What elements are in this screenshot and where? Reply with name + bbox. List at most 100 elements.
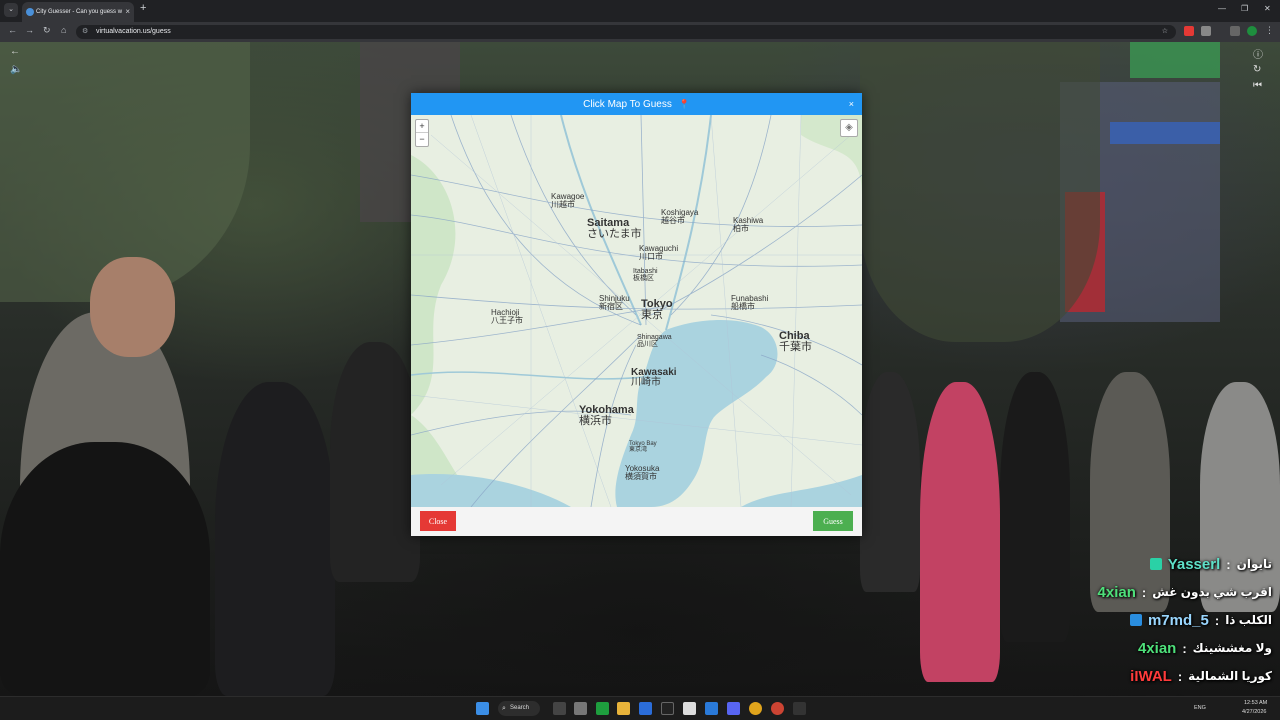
chat-username: Yasserl xyxy=(1167,555,1221,573)
forward-icon[interactable]: → xyxy=(25,25,34,35)
map-city-sublabel: 品川区 xyxy=(637,340,658,348)
zoom-control: + − xyxy=(415,119,429,147)
person xyxy=(920,382,1000,682)
close-button[interactable]: Close xyxy=(420,511,456,531)
map-city-sublabel: 越谷市 xyxy=(661,215,685,225)
modal-footer: Close Guess xyxy=(411,507,862,536)
chat-text: تايوان xyxy=(1236,557,1272,571)
chat-message: Yasserl: تايوان xyxy=(1149,553,1272,575)
clock-time[interactable]: 12:53 AM xyxy=(1244,700,1267,706)
map-city-label: Shinagawa xyxy=(637,334,672,341)
chat-badge-icon xyxy=(1149,558,1162,570)
xbox-icon[interactable] xyxy=(596,702,609,715)
tab-strip: ⌄ City Guesser - Can you guess w × + — ❐… xyxy=(0,0,1280,22)
layers-icon[interactable]: ◈ xyxy=(840,119,858,137)
home-icon[interactable]: ⌂ xyxy=(61,25,66,35)
zoom-out-button[interactable]: − xyxy=(416,133,428,146)
guess-map[interactable]: Saitama さいたま市 Kawagoe 川越市 Koshigaya 越谷市 Kashiw… xyxy=(411,115,862,507)
map-pin-icon: 📍 xyxy=(678,99,690,109)
site-favicon-icon xyxy=(26,8,34,16)
skip-icon[interactable]: ⏮ xyxy=(1253,80,1262,91)
chat-message: iIWAL: كوريا الشمالية xyxy=(1130,665,1272,687)
bookmark-star-icon[interactable]: ☆ xyxy=(1162,25,1168,39)
chat-text: كوريا الشمالية xyxy=(1188,669,1272,683)
guess-button[interactable]: Guess xyxy=(813,511,853,531)
map-city-sublabel: 東京湾 xyxy=(629,445,647,453)
reload-icon[interactable]: ↻ xyxy=(43,25,51,36)
map-canvas[interactable]: Saitamaさいたま市Kawagoe川越市Koshigaya越谷市 Kashiw… xyxy=(411,115,862,507)
person xyxy=(90,257,175,357)
guess-modal: Click Map To Guess 📍 × Saitama さいたま市 Kaw… xyxy=(411,93,862,536)
chrome-icon[interactable] xyxy=(749,702,762,715)
terminal-icon[interactable] xyxy=(793,702,806,715)
map-city-sublabel: 船橋市 xyxy=(731,301,755,311)
chat-username: 4xian xyxy=(1097,583,1136,601)
map-city-sublabel: 板橋区 xyxy=(633,273,654,282)
chat-separator: : xyxy=(1141,584,1147,600)
zoom-in-button[interactable]: + xyxy=(416,120,428,133)
app-icon[interactable] xyxy=(574,702,587,715)
chat-message: 4xian: ولا مغششينك xyxy=(1138,637,1272,659)
extensions-puzzle-icon[interactable] xyxy=(1201,26,1211,36)
modal-title: Click Map To Guess xyxy=(583,99,672,110)
profile-avatar[interactable] xyxy=(1247,26,1257,36)
map-city-sublabel: 川越市 xyxy=(551,199,575,209)
start-icon[interactable] xyxy=(476,702,489,715)
map-city-sublabel: 横須賀市 xyxy=(625,471,657,481)
chat-text: الكلب ذا xyxy=(1225,613,1272,627)
chat-separator: : xyxy=(1177,668,1183,684)
map-city-sublabel: 千葉市 xyxy=(779,339,812,353)
task-view-icon[interactable] xyxy=(553,702,566,715)
address-bar-row: ← → ↻ ⌂ ⚙ virtualvacation.us/guess ☆ ⋮ xyxy=(0,22,1280,42)
minimize-icon[interactable]: — xyxy=(1218,4,1226,13)
chat-message: 4xian: اقرب شي بدون غش xyxy=(1098,581,1272,603)
windows-taskbar: ⌕ Search ENG 12:53 AM 4/27/2026 xyxy=(0,696,1280,720)
info-icon[interactable]: ⓘ xyxy=(1253,46,1263,61)
person xyxy=(0,442,210,696)
person xyxy=(330,342,420,582)
app-icon[interactable] xyxy=(683,702,696,715)
tree-canopy xyxy=(860,42,1100,342)
dhc-sign xyxy=(1110,122,1220,144)
refresh-location-icon[interactable]: ↻ xyxy=(1253,64,1261,75)
sidebar-icon[interactable] xyxy=(1230,26,1240,36)
map-city-sublabel: 川崎市 xyxy=(631,375,661,388)
vscode-icon[interactable] xyxy=(705,702,718,715)
person xyxy=(215,382,335,696)
taskbar-search-label: Search xyxy=(510,705,530,711)
maximize-icon[interactable]: ❐ xyxy=(1241,4,1248,13)
browser-tab[interactable]: City Guesser - Can you guess w × xyxy=(22,2,134,22)
language-indicator[interactable]: ENG xyxy=(1194,705,1206,711)
volume-icon[interactable]: 🔈 xyxy=(10,64,22,75)
chat-username: 4xian xyxy=(1137,639,1177,657)
back-arrow-icon[interactable]: ← xyxy=(10,46,20,57)
map-city-sublabel: 柏市 xyxy=(733,223,749,233)
extension-icon[interactable] xyxy=(1184,26,1194,36)
tab-title: City Guesser - Can you guess w xyxy=(36,9,123,15)
discord-icon[interactable] xyxy=(727,702,740,715)
url-input[interactable]: ⚙ virtualvacation.us/guess ☆ xyxy=(76,25,1176,39)
chat-badge-icon xyxy=(1129,614,1142,626)
map-city-sublabel: 川口市 xyxy=(639,251,663,261)
file-explorer-icon[interactable] xyxy=(617,702,630,715)
back-icon[interactable]: ← xyxy=(8,25,17,35)
person xyxy=(1200,382,1280,612)
browser-menu-icon[interactable]: ⋮ xyxy=(1265,25,1274,36)
map-city-sublabel: さいたま市 xyxy=(587,226,642,240)
window-close-icon[interactable]: ✕ xyxy=(1264,4,1271,13)
chat-text: ولا مغششينك xyxy=(1192,641,1272,655)
clock-date[interactable]: 4/27/2026 xyxy=(1242,709,1266,715)
tab-search-button[interactable]: ⌄ xyxy=(4,3,18,17)
app-icon[interactable] xyxy=(771,702,784,715)
new-tab-button[interactable]: + xyxy=(140,2,146,14)
site-info-icon[interactable]: ⚙ xyxy=(82,25,88,39)
taskbar-search[interactable]: ⌕ Search xyxy=(498,701,540,716)
chat-text: اقرب شي بدون غش xyxy=(1152,585,1272,599)
app-icon[interactable] xyxy=(661,702,674,715)
edge-icon[interactable] xyxy=(639,702,652,715)
chat-separator: : xyxy=(1226,556,1231,572)
person xyxy=(1090,372,1170,612)
close-tab-icon[interactable]: × xyxy=(125,2,130,22)
modal-close-icon[interactable]: × xyxy=(849,93,854,115)
green-sign xyxy=(1130,42,1220,78)
